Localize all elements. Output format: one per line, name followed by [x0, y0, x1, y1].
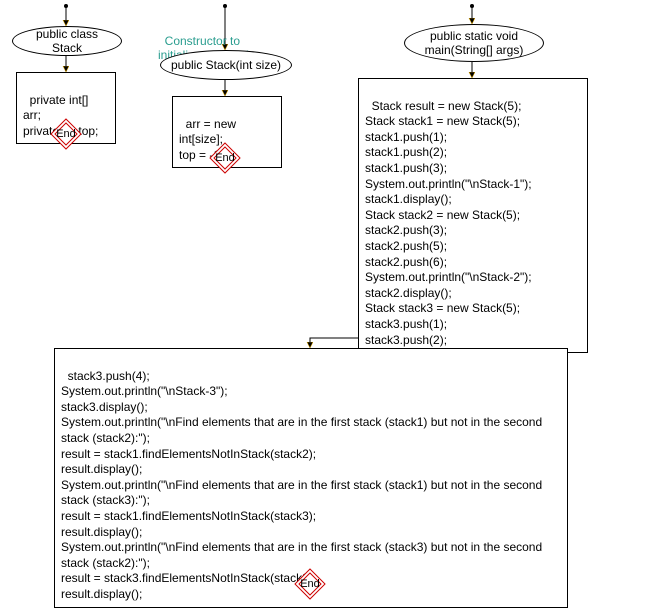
node-class-stack: public class Stack — [12, 26, 122, 56]
node-main-body-2-text: stack3.push(4); System.out.println("\nSt… — [61, 369, 542, 601]
end-node-1: End — [50, 118, 82, 150]
end-node-2-label: End — [215, 152, 235, 164]
node-constructor: public Stack(int size) — [160, 50, 292, 80]
end-node-2: End — [209, 142, 241, 174]
node-class-stack-label: public class Stack — [21, 27, 113, 56]
node-main-body-1-text: Stack result = new Stack(5); Stack stack… — [365, 99, 532, 347]
end-node-3: End — [294, 568, 326, 600]
end-node-1-label: End — [56, 128, 76, 140]
end-node-3-label: End — [300, 578, 320, 590]
node-main-sig: public static void main(String[] args) — [404, 24, 544, 62]
node-main-sig-label: public static void main(String[] args) — [425, 29, 524, 58]
node-constructor-label: public Stack(int size) — [171, 58, 281, 72]
node-main-body-1: Stack result = new Stack(5); Stack stack… — [358, 78, 588, 353]
